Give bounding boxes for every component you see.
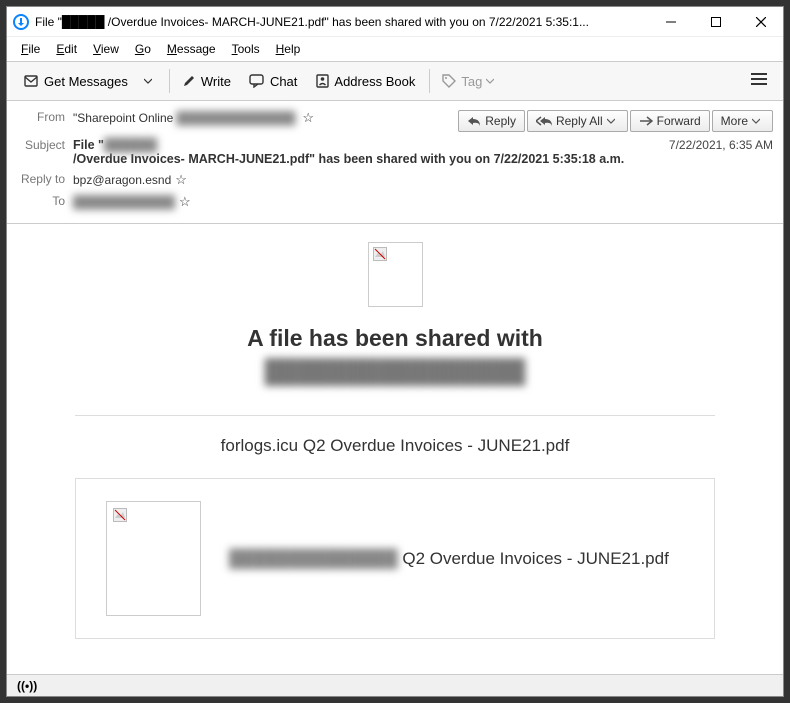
write-button[interactable]: Write [174,70,239,93]
reply-all-label: Reply All [556,114,603,128]
maximize-button[interactable] [693,7,738,37]
toolbar-separator [169,69,170,93]
subject-label: Subject [17,138,73,152]
forward-label: Forward [657,114,701,128]
menu-view[interactable]: View [87,40,125,58]
reply-all-icon [536,115,552,127]
chevron-down-icon [486,77,494,85]
star-icon[interactable]: ☆ [175,172,187,188]
message-headers: From "Sharepoint Online ██████████████ ☆… [7,101,783,223]
close-button[interactable] [738,7,783,37]
reply-to-value: bpz@aragon.esnd [73,173,171,187]
file-name: ██████████████ Q2 Overdue Invoices - JUN… [229,546,669,572]
message-date: 7/22/2021, 6:35 AM [661,138,773,152]
forward-button[interactable]: Forward [630,110,710,132]
hamburger-icon [751,72,767,86]
address-book-button[interactable]: Address Book [307,70,423,93]
tag-icon [442,74,456,88]
from-value: "Sharepoint Online [73,111,173,125]
reply-button[interactable]: Reply [458,110,525,132]
pencil-icon [182,74,196,88]
divider [75,415,715,416]
tag-label: Tag [461,74,482,89]
email-heading: A file has been shared with [75,325,715,352]
download-icon [23,73,39,89]
menu-help[interactable]: Help [270,40,307,58]
to-label: To [17,194,73,208]
menubar: File Edit View Go Message Tools Help [7,37,783,61]
message-body: A file has been shared with ████████████… [7,223,783,674]
chevron-down-icon [144,77,152,85]
chat-label: Chat [270,74,297,89]
titlebar: File "█████ /Overdue Invoices- MARCH-JUN… [7,7,783,37]
star-icon[interactable]: ☆ [302,110,314,126]
broken-image-icon [373,247,387,261]
get-messages-dropdown[interactable] [138,73,163,89]
menu-go[interactable]: Go [129,40,157,58]
subject-value: File "██████ /Overdue Invoices- MARCH-JU… [73,138,661,166]
to-redacted: ████████████ [73,195,175,209]
from-row: From "Sharepoint Online ██████████████ ☆… [17,107,773,135]
reply-icon [467,115,481,127]
reply-to-row: Reply to bpz@aragon.esnd ☆ [17,169,773,191]
menu-message[interactable]: Message [161,40,222,58]
toolbar-separator [429,69,430,93]
from-label: From [17,110,73,124]
window-title: File "█████ /Overdue Invoices- MARCH-JUN… [35,15,648,29]
tag-button[interactable]: Tag [434,70,507,93]
chevron-down-icon [752,117,760,125]
reply-all-button[interactable]: Reply All [527,110,628,132]
from-redacted: ██████████████ [176,111,295,125]
address-book-icon [315,74,329,88]
file-card[interactable]: ██████████████ Q2 Overdue Invoices - JUN… [75,478,715,639]
subject-row: Subject File "██████ /Overdue Invoices- … [17,135,773,169]
statusbar: ((•)) [7,674,783,696]
more-button[interactable]: More [712,110,773,132]
chat-icon [249,74,265,88]
menu-tools[interactable]: Tools [226,40,266,58]
address-book-label: Address Book [334,74,415,89]
connection-icon: ((•)) [17,679,37,693]
get-messages-label: Get Messages [44,74,128,89]
email-heading-redacted: ████████████████ [75,358,715,385]
app-menu-button[interactable] [743,68,775,95]
forward-icon [639,115,653,127]
menu-edit[interactable]: Edit [50,40,83,58]
reply-to-label: Reply to [17,172,73,186]
broken-image-icon [113,508,127,522]
menu-file[interactable]: File [15,40,46,58]
toolbar: Get Messages Write Chat Address Book Tag [7,61,783,101]
email-sub-heading: forlogs.icu Q2 Overdue Invoices - JUNE21… [75,436,715,456]
reply-label: Reply [485,114,516,128]
chevron-down-icon [607,117,615,125]
star-icon[interactable]: ☆ [179,194,191,210]
get-messages-button[interactable]: Get Messages [15,69,136,93]
minimize-button[interactable] [648,7,693,37]
app-icon [13,14,29,30]
broken-image-box [368,242,423,307]
file-thumbnail [106,501,201,616]
chat-button[interactable]: Chat [241,70,305,93]
more-label: More [721,114,748,128]
write-label: Write [201,74,231,89]
to-row: To ████████████ ☆ [17,191,773,213]
